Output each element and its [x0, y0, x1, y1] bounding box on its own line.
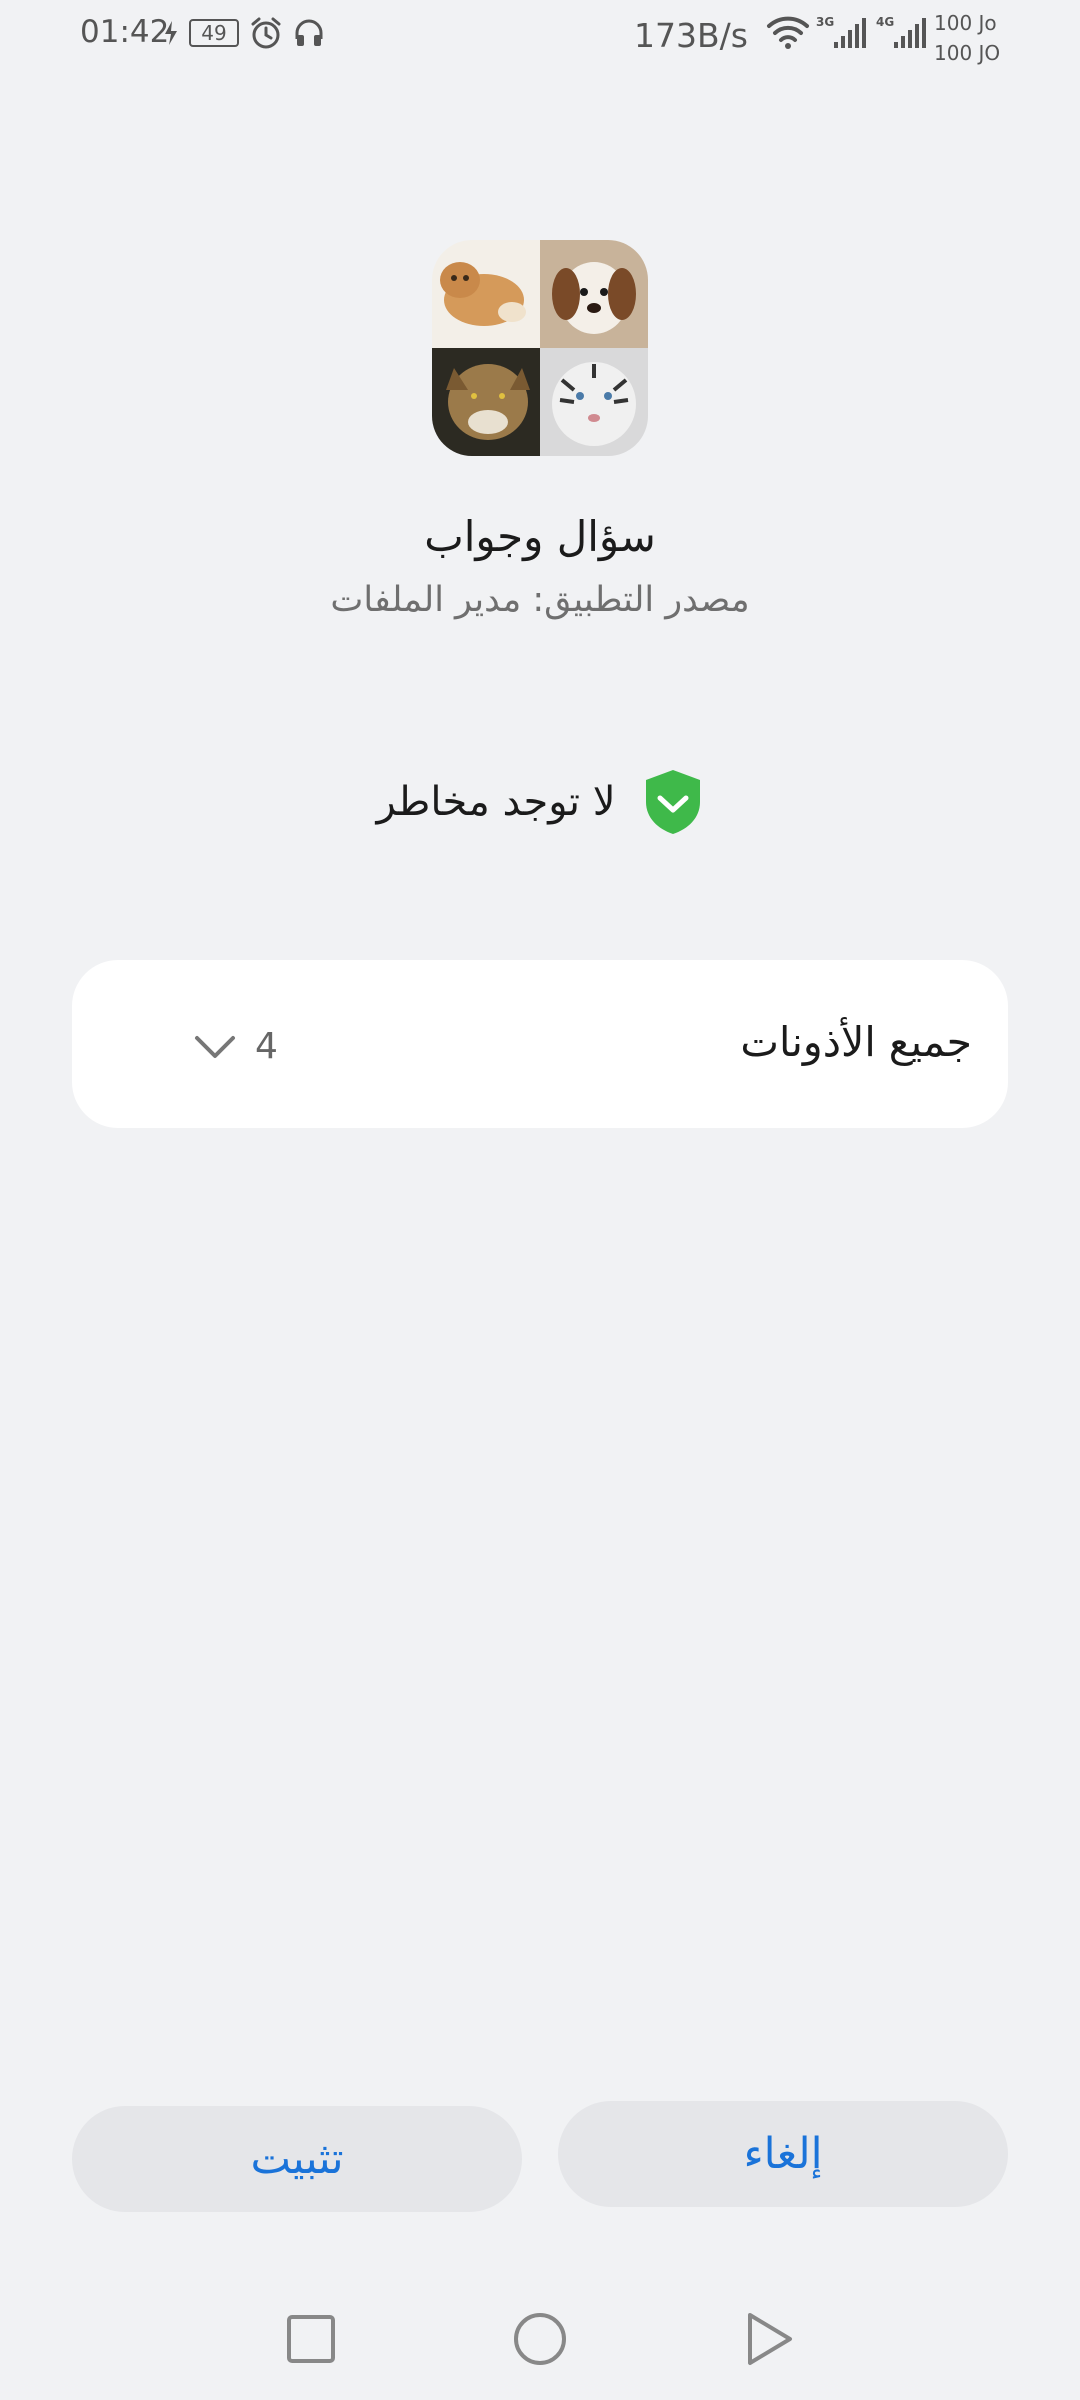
carrier-2: 100 JO: [934, 41, 1001, 65]
cancel-button[interactable]: إلغاء: [558, 2101, 1008, 2207]
signal-4g-icon: 4G: [876, 15, 926, 48]
carrier-1: 100 Jo: [934, 11, 997, 35]
shield-check-icon: [645, 770, 700, 834]
headset-icon: [295, 19, 323, 46]
battery-icon: 49: [189, 19, 239, 47]
status-left-icons: 49: [163, 16, 325, 50]
home-icon[interactable]: [513, 2312, 567, 2366]
svg-text:4G: 4G: [876, 15, 894, 29]
status-time: 01:42: [80, 14, 170, 50]
svg-text:3G: 3G: [816, 15, 834, 29]
signal-3g-icon: 3G: [816, 15, 866, 48]
permissions-card[interactable]: جميع الأذونات 4: [72, 960, 1008, 1128]
app-name: سؤال وجواب: [424, 512, 656, 561]
back-icon[interactable]: [746, 2312, 794, 2366]
install-button[interactable]: تثبيت: [72, 2106, 522, 2212]
status-right-icons: 3G 4G: [766, 14, 930, 50]
navigation-bar: [0, 2290, 1080, 2390]
chevron-down-icon: [195, 1036, 235, 1058]
recent-apps-icon[interactable]: [286, 2314, 336, 2364]
permissions-label: جميع الأذونات: [740, 1018, 972, 1066]
alarm-icon: [251, 17, 281, 49]
carrier-labels: 100 Jo 100 JO: [934, 8, 1000, 68]
risk-text: لا توجد مخاطر: [376, 779, 616, 825]
app-icon: [432, 240, 648, 456]
app-source: مصدر التطبيق: مدير الملفات: [330, 580, 750, 620]
risk-status: لا توجد مخاطر: [0, 768, 1080, 836]
charging-icon: [165, 21, 177, 45]
net-speed: 173B/s: [634, 16, 748, 55]
wifi-icon: [767, 16, 809, 49]
status-bar: 01:42 49 173B/s 3G 4G 100 Jo 100 JO: [0, 0, 1080, 80]
permissions-count: 4: [255, 1026, 278, 1067]
